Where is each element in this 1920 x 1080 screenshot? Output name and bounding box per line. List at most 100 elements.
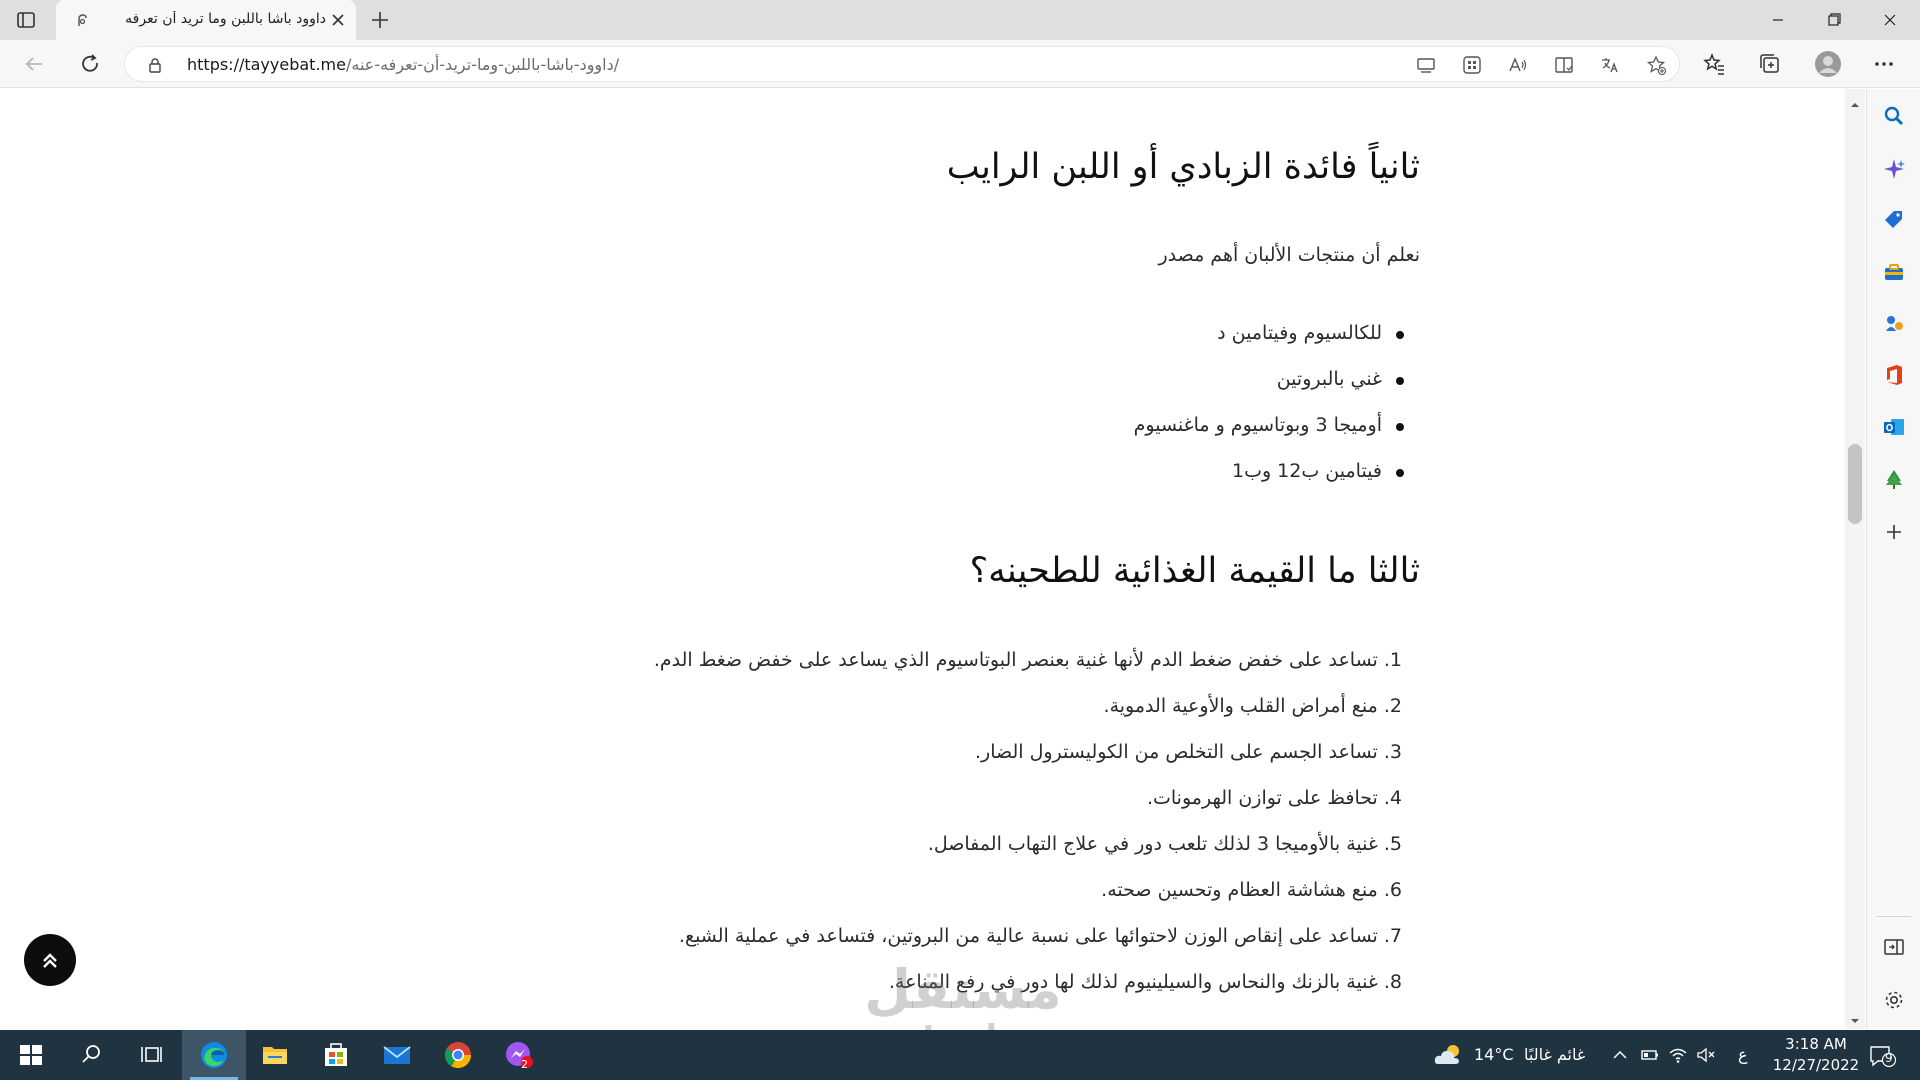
close-icon[interactable]: [328, 10, 348, 30]
edge-sidebar: [1866, 89, 1920, 1029]
refresh-icon: [82, 54, 98, 72]
search-icon[interactable]: [1882, 104, 1906, 128]
back-arrow-icon: [25, 57, 42, 71]
translate-icon[interactable]: [1599, 54, 1621, 76]
browser-toolbar: https://tayyebat.me/داوود-باشا-باللبن-وم…: [0, 40, 1920, 88]
immersive-reader-icon[interactable]: [1553, 54, 1575, 76]
chevron-up-icon[interactable]: [1610, 1045, 1630, 1065]
chrome-button[interactable]: [427, 1030, 489, 1080]
add-icon[interactable]: [1882, 520, 1906, 544]
mail-button[interactable]: [366, 1030, 428, 1080]
url-text[interactable]: https://tayyebat.me/داوود-باشا-باللبن-وم…: [187, 55, 619, 74]
section-heading-yogurt: ثانياً فائدة الزبادي أو اللبن الرايب: [946, 147, 1420, 187]
list-item: 5. غنية بالأوميجا 3 لذلك تلعب دور في علا…: [620, 833, 1420, 863]
list-item: فيتامين ب12 وب1: [1020, 460, 1420, 490]
weather-condition[interactable]: غائم غالبًا: [1524, 1045, 1585, 1064]
outlook-icon[interactable]: [1882, 415, 1906, 439]
messenger-button[interactable]: 2: [488, 1030, 550, 1080]
wifi-icon[interactable]: [1668, 1045, 1688, 1065]
active-tab[interactable]: داوود باشا باللبن وما تريد أن تعرفه: [56, 0, 356, 40]
lock-icon[interactable]: [147, 57, 163, 73]
back-button[interactable]: [20, 50, 48, 78]
favorites-button[interactable]: [1700, 50, 1728, 78]
section-intro: نعلم أن منتجات الألبان أهم مصدر: [1158, 244, 1420, 266]
collections-button[interactable]: [1756, 50, 1784, 78]
shopping-tag-icon[interactable]: [1882, 208, 1906, 232]
refresh-button[interactable]: [76, 50, 104, 78]
profile-button[interactable]: [1814, 50, 1842, 78]
weather-cloud-icon[interactable]: [1432, 1040, 1466, 1070]
bullet-icon: [1396, 331, 1404, 339]
file-explorer-button[interactable]: [244, 1030, 306, 1080]
notification-badge: 2: [521, 1058, 528, 1071]
folder-icon: [263, 1047, 287, 1064]
windows-taskbar: 2 14°C غائم غالبًا ع 3:18 AM 12/27/2022 …: [0, 1030, 1920, 1080]
scroll-thumb[interactable]: [1848, 444, 1862, 524]
app-available-icon[interactable]: [1415, 54, 1437, 76]
list-item: 4. تحافظ على توازن الهرمونات.: [620, 787, 1420, 817]
list-item-text: 3. تساعد الجسم على التخلص من الكوليسترول…: [974, 741, 1402, 763]
avatar-icon: [1815, 51, 1841, 77]
weather-temperature[interactable]: 14°C: [1474, 1045, 1514, 1064]
games-icon[interactable]: [1882, 311, 1906, 335]
close-window-button[interactable]: [1862, 0, 1918, 40]
restore-button[interactable]: [1806, 0, 1862, 40]
clock-date[interactable]: 12/27/2022: [1770, 1056, 1862, 1074]
list-item-text: 8. غنية بالزنك والنحاس والسيلينيوم لذلك …: [888, 971, 1402, 993]
messenger-icon: [506, 1042, 533, 1068]
collections-icon: [1760, 54, 1779, 73]
tab-actions-icon[interactable]: [14, 8, 38, 32]
task-view-icon: [141, 1047, 162, 1062]
list-item-text: 2. منع أمراض القلب والأوعية الدموية.: [1103, 695, 1402, 717]
clock-time[interactable]: 3:18 AM: [1782, 1035, 1850, 1053]
apps-grid-icon[interactable]: [1461, 54, 1483, 76]
scroll-up-arrow-icon[interactable]: [1850, 95, 1860, 107]
settings-more-button[interactable]: [1870, 50, 1898, 78]
list-item-text: 7. تساعد على إنقاص الوزن لاحتوائها على ن…: [678, 925, 1402, 947]
minimize-icon: [1773, 19, 1783, 21]
chrome-icon: [444, 1042, 472, 1069]
split-screen-icon[interactable]: [1882, 935, 1906, 959]
address-bar[interactable]: https://tayyebat.me/داوود-باشا-باللبن-وم…: [124, 46, 1680, 82]
tools-icon[interactable]: [1882, 260, 1906, 284]
page-scrollbar[interactable]: [1845, 89, 1865, 1029]
volume-muted-icon[interactable]: [1696, 1045, 1716, 1065]
input-language[interactable]: ع: [1738, 1045, 1748, 1064]
list-item-text: غني بالبروتين: [1276, 368, 1382, 390]
search-icon: [82, 1045, 100, 1063]
title-bar: داوود باشا باللبن وما تريد أن تعرفه: [0, 0, 1920, 40]
add-favorite-icon[interactable]: [1645, 54, 1667, 76]
plus-icon: [372, 12, 388, 28]
copilot-icon[interactable]: [1882, 157, 1906, 181]
settings-icon[interactable]: [1882, 988, 1906, 1012]
battery-icon[interactable]: [1640, 1045, 1660, 1065]
edge-taskbar-button[interactable]: [183, 1030, 245, 1080]
tree-icon[interactable]: [1882, 467, 1906, 491]
store-button[interactable]: [305, 1030, 367, 1080]
minimize-button[interactable]: [1750, 0, 1806, 40]
office-icon[interactable]: [1882, 363, 1906, 387]
list-item-text: للكالسيوم وفيتامين د: [1217, 322, 1382, 344]
list-item: 1. تساعد على خفض ضغط الدم لأنها غنية بعن…: [620, 649, 1420, 679]
read-aloud-icon[interactable]: [1507, 54, 1529, 76]
more-icon: [1875, 62, 1893, 66]
windows-logo-icon: [20, 1045, 42, 1065]
edge-icon: [201, 1042, 227, 1068]
list-item: للكالسيوم وفيتامين د: [1020, 322, 1420, 352]
list-item: 8. غنية بالزنك والنحاس والسيلينيوم لذلك …: [620, 971, 1420, 1001]
list-item: 2. منع أمراض القلب والأوعية الدموية.: [620, 695, 1420, 725]
new-tab-button[interactable]: [368, 8, 392, 32]
scroll-to-top-button[interactable]: [24, 934, 76, 986]
start-button[interactable]: [0, 1030, 62, 1080]
url-path: /داوود-باشا-باللبن-وما-تريد-أن-تعرفه-عنه…: [345, 55, 620, 74]
list-item-text: 1. تساعد على خفض ضغط الدم لأنها غنية بعن…: [653, 649, 1402, 671]
list-item: 7. تساعد على إنقاص الوزن لاحتوائها على ن…: [620, 925, 1420, 955]
scroll-down-arrow-icon[interactable]: [1850, 1011, 1860, 1023]
task-view-button[interactable]: [120, 1030, 182, 1080]
search-button[interactable]: [60, 1030, 122, 1080]
section-heading-tahini: ثالثا ما القيمة الغذائية للطحينه؟: [969, 551, 1420, 591]
list-item: 6. منع هشاشة العظام وتحسين صحته.: [620, 879, 1420, 909]
list-item-text: فيتامين ب12 وب1: [1231, 460, 1382, 482]
notification-count: 9: [1885, 1051, 1893, 1065]
mail-icon: [383, 1046, 411, 1064]
